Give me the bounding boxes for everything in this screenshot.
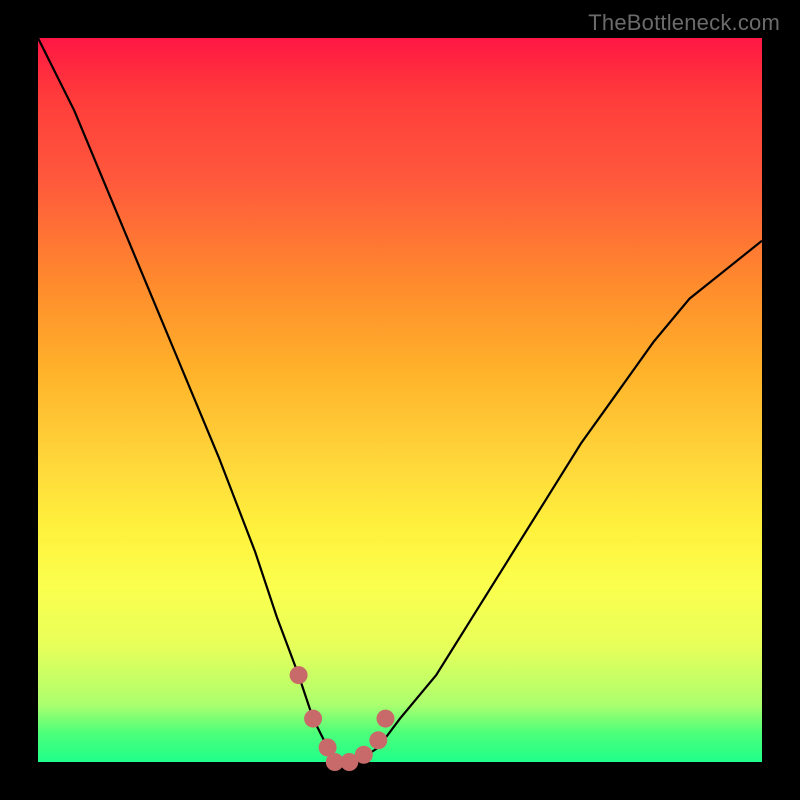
marker-dot — [377, 710, 395, 728]
marker-dot — [355, 746, 373, 764]
marker-dot — [369, 731, 387, 749]
marker-dot — [304, 710, 322, 728]
marker-dot — [290, 666, 308, 684]
bottleneck-chart-svg — [38, 38, 762, 762]
watermark-text: TheBottleneck.com — [588, 10, 780, 36]
plot-area — [38, 38, 762, 762]
chart-frame: TheBottleneck.com — [0, 0, 800, 800]
bottleneck-curve-line — [38, 38, 762, 762]
marker-group — [290, 666, 395, 771]
